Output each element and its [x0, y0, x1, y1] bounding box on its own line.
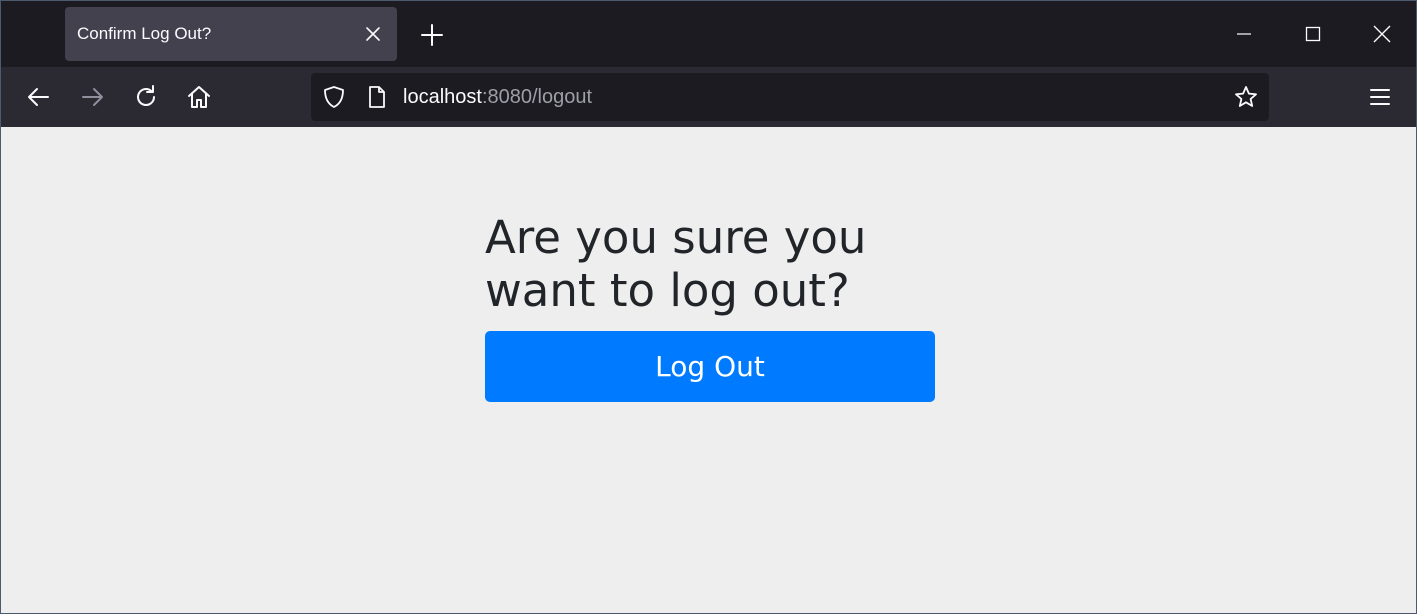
- page-content: Are you sure you want to log out? Log Ou…: [1, 127, 1416, 613]
- close-icon[interactable]: [363, 24, 383, 44]
- close-window-icon[interactable]: [1367, 19, 1397, 49]
- url-host: localhost: [403, 86, 482, 108]
- address-bar[interactable]: localhost:8080/logout: [311, 73, 1269, 121]
- hamburger-menu-icon[interactable]: [1366, 84, 1394, 110]
- home-icon[interactable]: [185, 83, 213, 111]
- url-path: :8080/logout: [481, 86, 593, 108]
- tab-strip: Confirm Log Out?: [1, 1, 1416, 67]
- reload-icon[interactable]: [132, 83, 160, 111]
- tab-active[interactable]: Confirm Log Out?: [65, 7, 397, 61]
- page-icon: [365, 84, 389, 110]
- log-out-button[interactable]: Log Out: [485, 331, 935, 402]
- browser-window: Confirm Log Out? localhost:8080/logout A…: [0, 0, 1417, 614]
- star-icon[interactable]: [1233, 84, 1259, 110]
- arrow-left-icon[interactable]: [24, 83, 52, 111]
- page-heading: Are you sure you want to log out?: [485, 211, 867, 317]
- tab-title: Confirm Log Out?: [77, 24, 212, 43]
- minimize-icon[interactable]: [1229, 19, 1259, 49]
- url-text[interactable]: localhost:8080/logout: [403, 73, 592, 121]
- plus-icon[interactable]: [419, 22, 445, 48]
- shield-icon[interactable]: [321, 84, 347, 110]
- arrow-right-icon[interactable]: [79, 83, 107, 111]
- navigation-toolbar: localhost:8080/logout: [1, 67, 1416, 127]
- maximize-icon[interactable]: [1298, 19, 1328, 49]
